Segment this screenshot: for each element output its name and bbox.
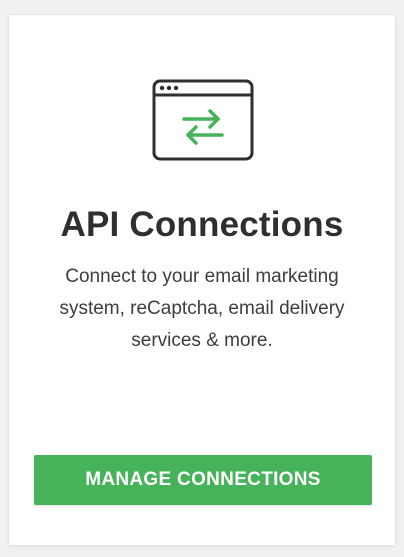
- api-connections-card: API Connections Connect to your email ma…: [8, 14, 396, 546]
- manage-connections-button[interactable]: MANAGE CONNECTIONS: [34, 455, 372, 505]
- card-title: API Connections: [60, 205, 344, 244]
- browser-window-arrows-icon: [152, 79, 254, 161]
- card-description: Connect to your email marketing system, …: [59, 266, 345, 351]
